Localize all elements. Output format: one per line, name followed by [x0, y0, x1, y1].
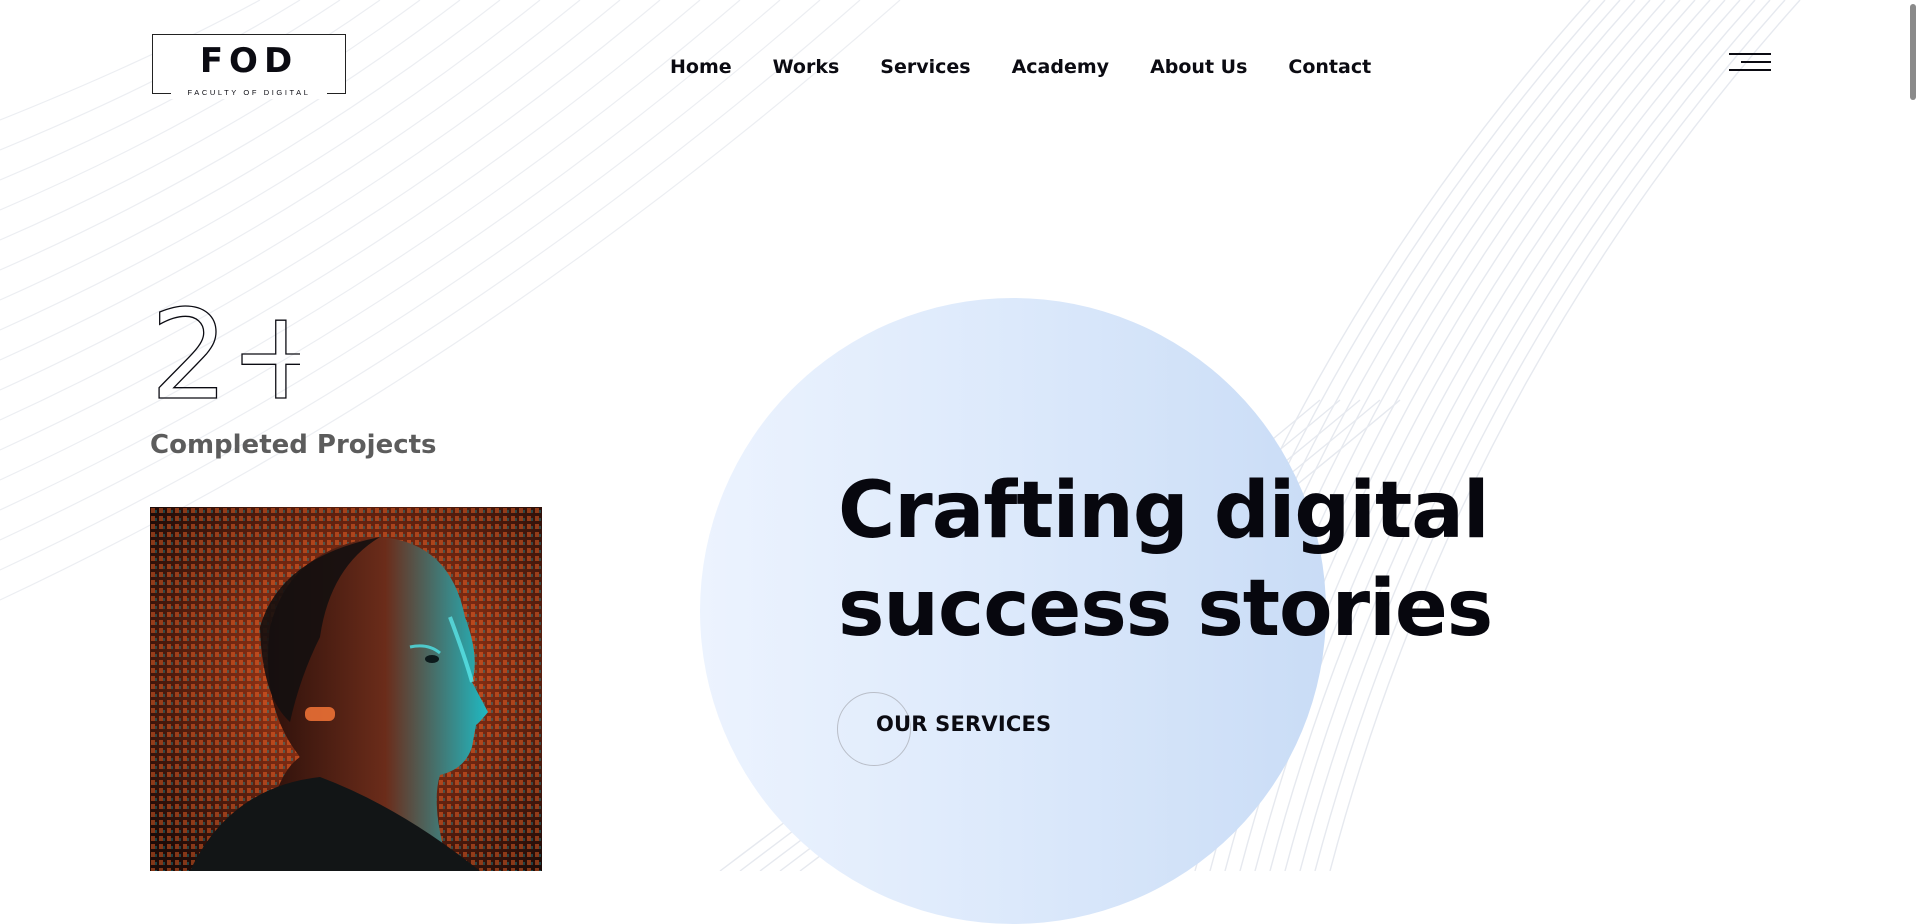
our-services-button[interactable]: OUR SERVICES [876, 712, 1051, 736]
stat-number-text: 2+ [150, 298, 300, 406]
hamburger-menu-icon[interactable] [1725, 50, 1771, 80]
nav-about-us[interactable]: About Us [1150, 52, 1247, 82]
nav-contact[interactable]: Contact [1288, 52, 1371, 82]
hero-portrait-image [150, 507, 542, 871]
completed-projects-count: 2+ [150, 298, 300, 406]
nav-services[interactable]: Services [880, 52, 970, 82]
scrollbar-thumb[interactable] [1910, 4, 1916, 100]
logo-subtitle: FACULTY OF DIGITAL [171, 87, 327, 99]
logo-wordmark: FOD [199, 41, 299, 81]
nav-academy[interactable]: Academy [1012, 52, 1109, 82]
stat-label: Completed Projects [150, 430, 437, 460]
hero-headline: Crafting digital success stories [838, 462, 1493, 658]
hero-headline-line-1: Crafting digital [838, 466, 1490, 556]
nav-works[interactable]: Works [773, 52, 840, 82]
main-navigation: Home Works Services Academy About Us Con… [670, 52, 1412, 82]
page-scrollbar[interactable] [1906, 0, 1918, 871]
nav-home[interactable]: Home [670, 52, 732, 82]
hero-headline-line-2: success stories [838, 564, 1493, 654]
site-logo[interactable]: FOD FACULTY OF DIGITAL [152, 34, 346, 99]
